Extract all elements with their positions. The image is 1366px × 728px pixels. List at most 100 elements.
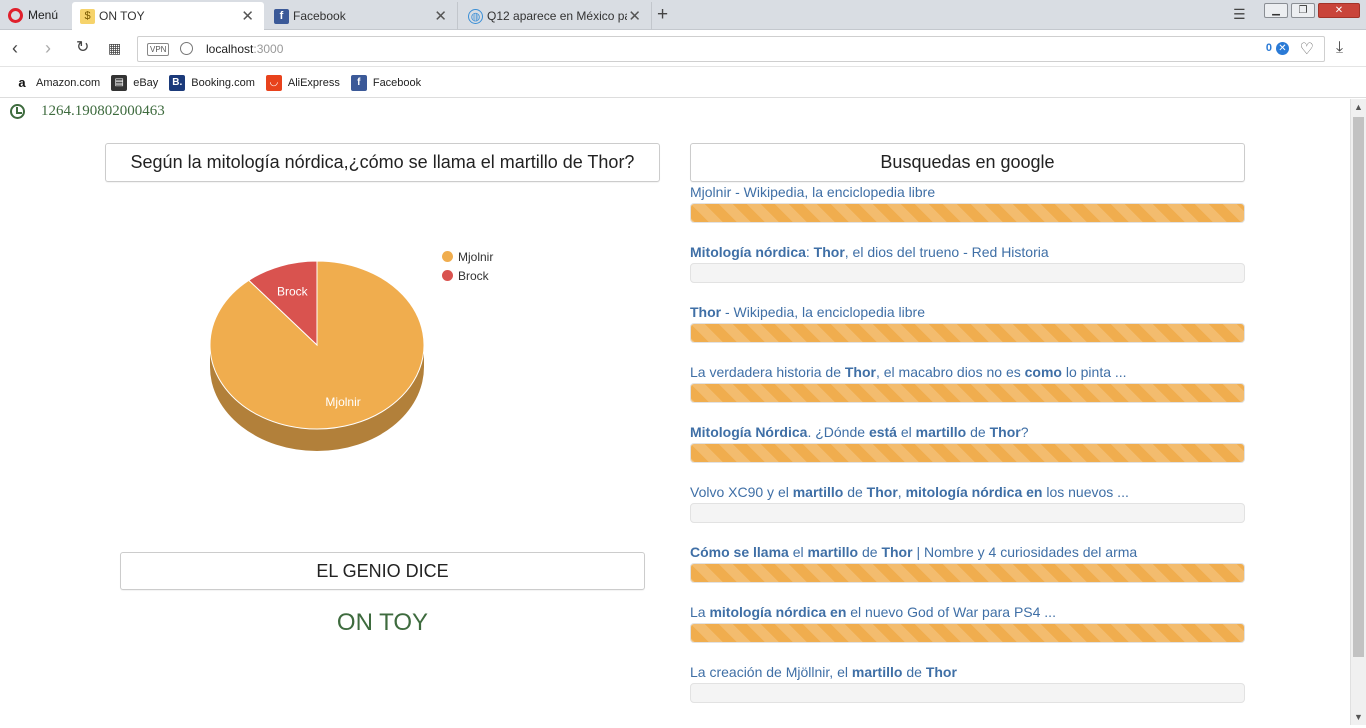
scrollbar-thumb[interactable] — [1353, 117, 1364, 657]
result-progress-bar — [690, 203, 1245, 223]
reload-icon[interactable]: ↻ — [76, 39, 89, 57]
url-field[interactable]: VPN localhost:3000 0 ✕ ♡ — [137, 36, 1325, 62]
link-text: el nuevo God of War para PS4 ... — [846, 604, 1056, 620]
result-progress-fill — [691, 204, 1244, 222]
close-tab-icon[interactable]: ✕ — [434, 7, 447, 25]
search-result-link[interactable]: Mjolnir - Wikipedia, la enciclopedia lib… — [690, 184, 1245, 201]
search-result-link[interactable]: La creación de Mjöllnir, el martillo de … — [690, 664, 1245, 681]
link-text: de — [902, 664, 926, 680]
search-result-link[interactable]: Thor - Wikipedia, la enciclopedia libre — [690, 304, 1245, 321]
tab-on-toy[interactable]: $ ON TOY ✕ — [72, 2, 264, 30]
url-text[interactable]: localhost:3000 — [206, 42, 283, 56]
result-progress-bar — [690, 263, 1245, 283]
adblock-icon[interactable]: ✕ — [1276, 42, 1289, 55]
highlighted-term: martillo — [807, 544, 859, 560]
legend-swatch — [442, 251, 453, 262]
result-progress-bar — [690, 683, 1245, 703]
link-text: , — [897, 484, 906, 500]
result-progress-bar — [690, 503, 1245, 523]
search-result-link[interactable]: La verdadera historia de Thor, el macabr… — [690, 364, 1245, 381]
result-progress-bar — [690, 323, 1245, 343]
minimize-button[interactable]: ▁ — [1264, 3, 1288, 18]
legend-swatch — [442, 270, 453, 281]
site-info-icon[interactable] — [180, 42, 193, 55]
link-text: : — [805, 244, 814, 260]
address-bar-row: ‹ › ↻ ▦ VPN localhost:3000 0 ✕ ♡ ⤓ — [0, 31, 1366, 67]
tab-q12[interactable]: ◍ Q12 aparece en México para ✕ — [460, 2, 652, 30]
facebook-icon: f — [350, 74, 367, 91]
close-tab-icon[interactable]: ✕ — [628, 7, 641, 25]
back-icon[interactable]: ‹ — [12, 39, 18, 57]
bookmark-facebook[interactable]: f Facebook — [350, 74, 421, 91]
highlighted-term: Thor — [690, 304, 722, 320]
bookmark-ebay[interactable]: ▤ eBay — [111, 74, 158, 91]
tab-title: Facebook — [293, 9, 346, 23]
search-result-item: Mitología nórdica: Thor, el dios del tru… — [690, 244, 1245, 304]
adblock-count: 0 — [1265, 42, 1272, 54]
highlighted-term: está — [868, 424, 897, 440]
tab-facebook[interactable]: f Facebook ✕ — [266, 2, 458, 30]
opera-logo-icon — [8, 7, 23, 23]
search-result-link[interactable]: Cómo se llama el martillo de Thor | Nomb… — [690, 544, 1245, 561]
search-result-item: La verdadera historia de Thor, el macabr… — [690, 364, 1245, 424]
legend-label: Brock — [458, 268, 489, 283]
tab-title: Q12 aparece en México para — [487, 9, 627, 23]
menu-label: Menú — [28, 8, 59, 22]
result-progress-fill — [691, 384, 1244, 402]
chart-legend: Mjolnir Brock — [442, 247, 493, 285]
search-result-item: Cómo se llama el martillo de Thor | Nomb… — [690, 544, 1245, 604]
legend-item-brock: Brock — [442, 266, 493, 285]
bookmark-aliexpress[interactable]: ◡ AliExpress — [265, 74, 340, 91]
highlighted-term: mitología nórdica en — [709, 604, 847, 620]
opera-menu-button[interactable]: Menú — [0, 0, 70, 30]
link-text: el — [896, 424, 916, 440]
pie-label-brock: Brock — [277, 284, 309, 298]
highlighted-term: martillo — [792, 484, 844, 500]
highlighted-term: como — [1024, 364, 1062, 380]
legend-label: Mjolnir — [458, 249, 494, 264]
highlighted-term: mitología nórdica en — [905, 484, 1043, 500]
highlighted-term: Thor — [813, 244, 845, 260]
result-progress-bar — [690, 563, 1245, 583]
search-result-link[interactable]: La mitología nórdica en el nuevo God of … — [690, 604, 1245, 621]
ebay-icon: ▤ — [111, 74, 128, 91]
link-text: Volvo XC90 y el — [690, 484, 793, 500]
close-window-button[interactable]: ✕ — [1318, 3, 1360, 18]
restore-button[interactable]: ❐ — [1291, 3, 1315, 18]
globe-icon: ◍ — [468, 8, 483, 24]
search-result-link[interactable]: Mitología Nórdica. ¿Dónde está el martil… — [690, 424, 1245, 441]
bookmark-booking[interactable]: B. Booking.com — [169, 74, 255, 91]
highlighted-term: Thor — [881, 544, 913, 560]
link-text: de — [843, 484, 867, 500]
close-tab-icon[interactable]: ✕ — [241, 7, 254, 25]
page-scrollbar[interactable]: ▲ ▼ — [1350, 99, 1366, 725]
tab-menu-icon[interactable]: ☰ — [1233, 6, 1246, 23]
search-results-list: Mjolnir - Wikipedia, la enciclopedia lib… — [690, 184, 1245, 724]
download-icon[interactable]: ⤓ — [1336, 39, 1343, 57]
facebook-icon: f — [274, 8, 289, 24]
speed-dial-icon[interactable]: ▦ — [108, 39, 121, 57]
search-result-item: Thor - Wikipedia, la enciclopedia libre — [690, 304, 1245, 364]
bookmark-heart-icon[interactable]: ♡ — [1300, 39, 1314, 59]
search-result-item: La creación de Mjöllnir, el martillo de … — [690, 664, 1245, 724]
bookmark-label: Booking.com — [191, 76, 255, 89]
scroll-down-icon[interactable]: ▼ — [1354, 712, 1363, 722]
forward-icon[interactable]: › — [45, 39, 51, 57]
url-port: :3000 — [253, 42, 284, 56]
link-text: de — [858, 544, 882, 560]
question-text: Según la mitología nórdica,¿cómo se llam… — [130, 152, 635, 172]
vpn-badge[interactable]: VPN — [147, 43, 170, 56]
scroll-up-icon[interactable]: ▲ — [1354, 102, 1363, 112]
search-result-item: Volvo XC90 y el martillo de Thor, mitolo… — [690, 484, 1245, 544]
link-text: los nuevos ... — [1042, 484, 1129, 500]
new-tab-button[interactable]: + — [657, 4, 668, 26]
search-result-link[interactable]: Volvo XC90 y el martillo de Thor, mitolo… — [690, 484, 1245, 501]
search-result-item: Mjolnir - Wikipedia, la enciclopedia lib… — [690, 184, 1245, 244]
link-text: , el dios del trueno - Red Historia — [844, 244, 1049, 260]
genio-answer: ON TOY — [336, 609, 429, 636]
bookmark-amazon[interactable]: a Amazon.com — [14, 74, 100, 91]
highlighted-term: martillo — [915, 424, 967, 440]
search-results-title-text: Busquedas en google — [880, 152, 1055, 172]
pie-label-mjolnir: Mjolnir — [325, 395, 360, 409]
search-result-link[interactable]: Mitología nórdica: Thor, el dios del tru… — [690, 244, 1245, 261]
